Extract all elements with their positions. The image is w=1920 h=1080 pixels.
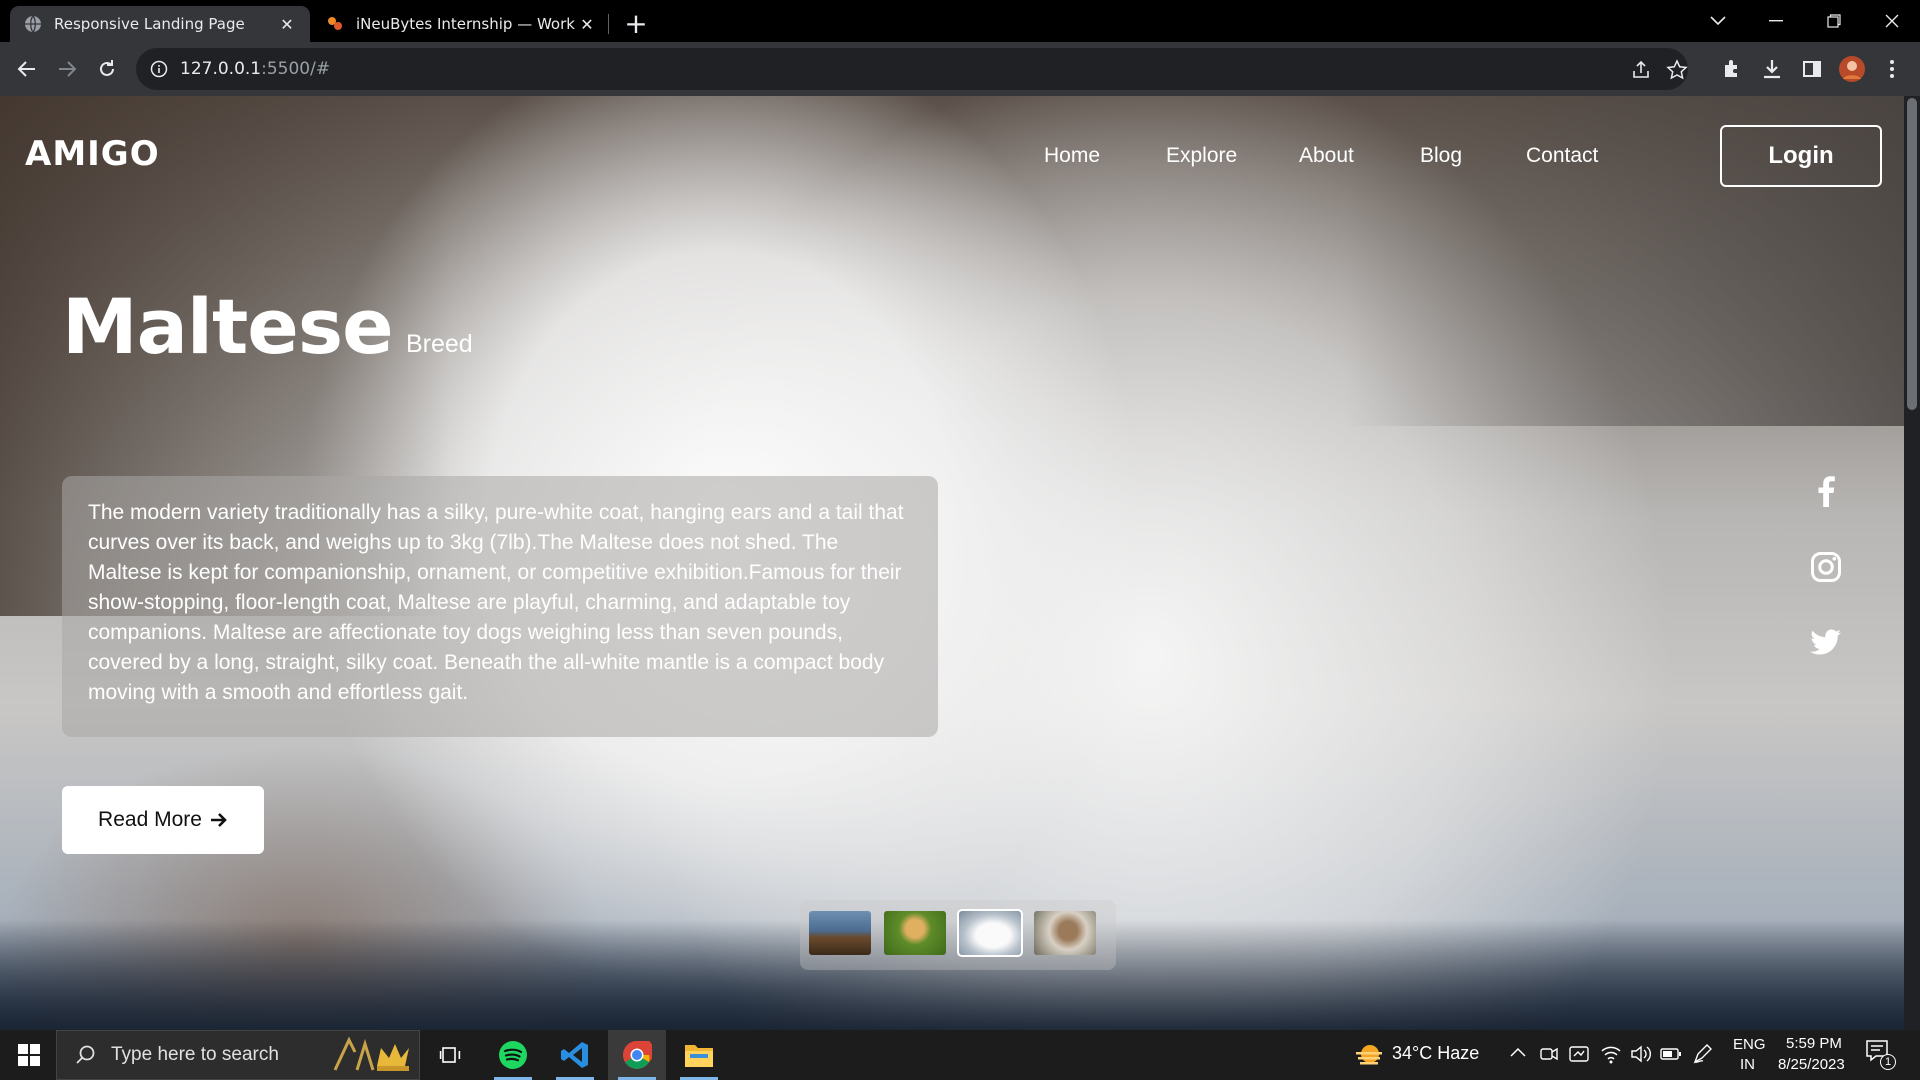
search-placeholder: Type here to search: [111, 1044, 279, 1065]
share-icon[interactable]: [1630, 59, 1652, 81]
instagram-link[interactable]: [1805, 546, 1847, 588]
meet-now-icon[interactable]: [1540, 1044, 1558, 1064]
weather-haze-icon[interactable]: [1354, 1042, 1384, 1068]
info-icon[interactable]: [150, 60, 168, 78]
reload-button[interactable]: [91, 53, 123, 85]
search-icon: [76, 1045, 95, 1064]
facebook-icon: [1818, 476, 1835, 507]
taskbar-spotify[interactable]: [484, 1030, 542, 1080]
pen-icon[interactable]: [1692, 1043, 1714, 1065]
start-button[interactable]: [0, 1030, 58, 1080]
notification-center-button[interactable]: 1: [1864, 1038, 1896, 1070]
windows-logo-icon: [18, 1044, 40, 1066]
clock-date[interactable]: 8/25/2023: [1778, 1056, 1845, 1073]
arrow-right-icon: [210, 813, 227, 827]
tab-title: iNeuBytes Internship — Work and: [356, 15, 578, 33]
tab-search-chevron-icon[interactable]: [1690, 0, 1746, 42]
close-tab-icon[interactable]: ✕: [578, 15, 596, 34]
avatar-icon: [1839, 56, 1865, 82]
puzzle-icon: [1725, 60, 1737, 77]
browser-menu-button[interactable]: [1876, 53, 1908, 85]
reload-icon: [100, 60, 114, 76]
task-view-button[interactable]: [421, 1030, 479, 1080]
description-card: The modern variety traditionally has a s…: [62, 476, 938, 737]
tab-ineubytes-internship[interactable]: iNeuBytes Internship — Work and ✕: [312, 6, 610, 42]
taskbar-chrome[interactable]: [608, 1030, 666, 1080]
read-more-label: Read More: [98, 808, 202, 831]
forward-button[interactable]: [51, 53, 83, 85]
thumbnail-german-shepherd[interactable]: [809, 911, 871, 955]
windows-taskbar: Type here to search 34°C Haze ENG IN 5:5…: [0, 1030, 1920, 1080]
hero-subtitle: Breed: [406, 330, 473, 358]
tab-responsive-landing-page[interactable]: Responsive Landing Page ✕: [10, 6, 310, 42]
vscode-icon: [561, 1042, 588, 1068]
folder-icon: [685, 1045, 713, 1067]
search-highlight-crown-icon: [333, 1036, 409, 1071]
wifi-icon[interactable]: [1600, 1044, 1622, 1064]
clock-time[interactable]: 5:59 PM: [1786, 1035, 1842, 1052]
url-path: :5500/#: [261, 59, 331, 79]
new-tab-button[interactable]: +: [620, 8, 652, 40]
task-view-icon: [439, 1047, 461, 1063]
language-region[interactable]: IN: [1740, 1056, 1755, 1073]
taskbar-file-explorer[interactable]: [670, 1030, 728, 1080]
globe-icon: [25, 15, 41, 33]
tab-title: Responsive Landing Page: [54, 15, 245, 33]
nav-explore[interactable]: Explore: [1166, 144, 1237, 168]
nav-home[interactable]: Home: [1044, 144, 1100, 168]
facebook-link[interactable]: [1805, 470, 1847, 512]
thumbnail-maltese[interactable]: [957, 909, 1023, 957]
thumbnail-strip: [800, 900, 1116, 970]
bookmark-star-icon[interactable]: [1666, 59, 1688, 81]
taskbar-vscode[interactable]: [546, 1030, 604, 1080]
description-text: The modern variety traditionally has a s…: [88, 501, 904, 704]
arrow-right-icon: [59, 61, 77, 77]
nav-blog[interactable]: Blog: [1420, 144, 1462, 168]
spotify-icon: [499, 1041, 527, 1069]
kebab-menu-icon: [1890, 60, 1894, 78]
onedrive-device-icon[interactable]: [1568, 1043, 1590, 1065]
language-code[interactable]: ENG: [1733, 1036, 1766, 1053]
ineubytes-favicon-icon: [328, 17, 342, 30]
side-panel-icon: [1803, 61, 1821, 77]
page-viewport: AMIGO Home Explore About Blog Contact Lo…: [0, 96, 1904, 1030]
browser-toolbar: 127.0.0.1 :5500/#: [0, 42, 1920, 96]
twitter-link[interactable]: [1805, 622, 1847, 664]
browser-tab-strip: Responsive Landing Page ✕ iNeuBytes Inte…: [0, 0, 1920, 42]
back-button[interactable]: [11, 53, 43, 85]
notification-count-badge: 1: [1880, 1054, 1896, 1070]
extensions-button[interactable]: [1716, 53, 1748, 85]
weather-text[interactable]: 34°C Haze: [1392, 1043, 1479, 1064]
side-panel-button[interactable]: [1796, 53, 1828, 85]
site-logo[interactable]: AMIGO: [25, 134, 160, 174]
close-window-button[interactable]: [1864, 0, 1920, 42]
restore-window-button[interactable]: [1806, 0, 1862, 42]
thumbnail-terrier[interactable]: [1034, 911, 1096, 955]
address-bar[interactable]: 127.0.0.1 :5500/#: [136, 48, 1688, 90]
taskbar-search[interactable]: Type here to search: [56, 1030, 420, 1080]
nav-contact[interactable]: Contact: [1526, 144, 1598, 168]
chrome-icon: [623, 1041, 652, 1069]
read-more-button[interactable]: Read More: [62, 786, 264, 854]
instagram-icon: [1811, 552, 1841, 582]
arrow-left-icon: [17, 61, 35, 77]
volume-icon[interactable]: [1630, 1044, 1652, 1064]
hero-title: Maltese: [62, 282, 394, 371]
downloads-button[interactable]: [1756, 53, 1788, 85]
thumbnail-golden-puppy[interactable]: [884, 911, 946, 955]
scrollbar-thumb[interactable]: [1907, 98, 1917, 410]
url-host: 127.0.0.1: [180, 59, 262, 79]
minimize-window-button[interactable]: [1748, 0, 1804, 42]
download-icon: [1764, 60, 1780, 79]
close-tab-icon[interactable]: ✕: [278, 15, 296, 34]
nav-about[interactable]: About: [1299, 144, 1354, 168]
battery-icon[interactable]: [1660, 1046, 1682, 1062]
chevron-up-icon[interactable]: [1510, 1047, 1526, 1057]
login-button[interactable]: Login: [1720, 125, 1882, 187]
twitter-icon: [1810, 629, 1841, 655]
profile-avatar[interactable]: [1836, 53, 1868, 85]
